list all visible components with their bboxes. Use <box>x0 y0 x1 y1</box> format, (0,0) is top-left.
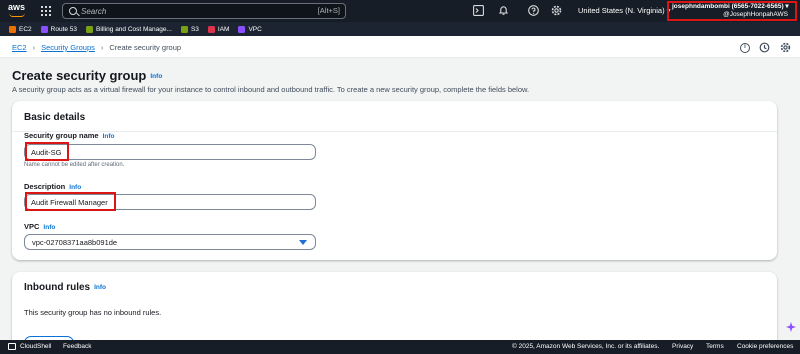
aws-logo[interactable]: aws <box>8 3 30 19</box>
vpc-select[interactable]: vpc-02708371aa8b091de <box>24 234 316 250</box>
basic-details-title: Basic details <box>24 112 86 123</box>
inbound-rules-panel: Inbound rules Info This security group ha… <box>12 272 777 350</box>
breadcrumb-current: Create security group <box>109 43 182 52</box>
account-name: josephndambombi (6565-7022-6565) ▾ <box>672 3 789 10</box>
favorite-s3[interactable]: S3 <box>180 25 199 33</box>
history-icon[interactable] <box>758 42 770 54</box>
footer: CloudShell Feedback © 2025, Amazon Web S… <box>0 340 800 354</box>
iam-icon <box>207 25 215 33</box>
terminal-icon[interactable] <box>472 5 484 17</box>
vpc-info-link[interactable]: Info <box>43 224 55 231</box>
description-info-link[interactable]: Info <box>69 184 81 191</box>
vpc-icon <box>238 25 246 33</box>
vpc-label: VPC Info <box>24 222 55 231</box>
page-description: A security group acts as a virtual firew… <box>12 85 530 94</box>
copyright-text: © 2025, Amazon Web Services, Inc. or its… <box>512 343 660 350</box>
breadcrumb: EC2 › Security Groups › Create security … <box>12 43 181 52</box>
ai-assistant-icon[interactable] <box>786 322 796 332</box>
breadcrumb-ec2[interactable]: EC2 <box>12 43 27 52</box>
inbound-info-link[interactable]: Info <box>94 284 106 291</box>
name-info-link[interactable]: Info <box>103 133 115 140</box>
no-inbound-rules-text: This security group has no inbound rules… <box>24 308 162 317</box>
account-alias: @JosephHonpahAWS <box>723 11 788 18</box>
inbound-title-text: Inbound rules <box>24 282 91 293</box>
favorites-bar: EC2 Route 53 Billing and Cost Manage... … <box>0 22 800 36</box>
description-highlight-box <box>25 192 116 211</box>
s3-icon <box>180 25 188 33</box>
terms-link[interactable]: Terms <box>706 343 724 350</box>
help-icon[interactable] <box>527 5 539 17</box>
cloudshell-icon[interactable] <box>8 343 16 350</box>
search-input[interactable] <box>81 5 311 17</box>
aws-logo-text: aws <box>8 2 26 12</box>
cookie-preferences-link[interactable]: Cookie preferences <box>737 343 793 350</box>
gear-icon[interactable] <box>550 5 562 17</box>
breadcrumb-separator: › <box>100 43 104 52</box>
favorite-iam[interactable]: IAM <box>207 25 230 33</box>
label-text: Security group name <box>24 131 99 140</box>
ec2-icon <box>9 25 16 33</box>
basic-details-panel: Basic details Security group name Info Na… <box>12 101 777 260</box>
page-title-text: Create security group <box>12 68 147 83</box>
favorite-ec2[interactable]: EC2 <box>9 25 32 33</box>
favorite-label: Route 53 <box>50 25 78 33</box>
page-info-link[interactable]: Info <box>150 73 162 80</box>
favorite-label: VPC <box>248 25 262 33</box>
route53-icon <box>40 25 48 33</box>
breadcrumb-bar: EC2 › Security Groups › Create security … <box>0 36 800 58</box>
global-search[interactable]: [Alt+S] <box>62 3 346 19</box>
favorite-route53[interactable]: Route 53 <box>40 25 78 33</box>
name-highlight-box <box>25 142 69 161</box>
privacy-link[interactable]: Privacy <box>672 343 693 350</box>
breadcrumb-security-groups[interactable]: Security Groups <box>41 43 95 52</box>
region-selector[interactable]: United States (N. Virginia) ▾ <box>578 6 670 15</box>
favorite-label: Billing and Cost Manage... <box>96 25 172 33</box>
page-title: Create security group Info <box>12 68 162 83</box>
name-hint: Name cannot be edited after creation. <box>24 162 125 168</box>
search-shortcut: [Alt+S] <box>317 6 340 15</box>
favorite-label: EC2 <box>19 25 32 33</box>
bell-icon[interactable] <box>497 5 509 17</box>
description-label: Description Info <box>24 182 81 191</box>
top-navigation: aws [Alt+S] United States (N. Virginia) … <box>0 0 800 22</box>
security-group-name-label: Security group name Info <box>24 131 115 140</box>
info-panel-icon[interactable]: i <box>740 43 750 53</box>
apps-grid-icon[interactable] <box>40 5 52 17</box>
vpc-selected-value: vpc-02708371aa8b091de <box>32 238 118 247</box>
caret-down-icon <box>299 240 307 245</box>
favorite-billing[interactable]: Billing and Cost Manage... <box>86 25 172 33</box>
favorite-vpc[interactable]: VPC <box>238 25 262 33</box>
label-text: Description <box>24 182 66 191</box>
favorite-label: IAM <box>217 25 230 33</box>
divider <box>12 131 777 132</box>
settings-icon[interactable] <box>779 42 791 54</box>
inbound-rules-title: Inbound rules Info <box>24 282 106 293</box>
cloudshell-link[interactable]: CloudShell <box>20 343 51 350</box>
aws-smile-icon <box>9 13 25 17</box>
account-menu[interactable]: josephndambombi (6565-7022-6565) ▾ @Jose… <box>667 1 797 21</box>
billing-icon <box>86 25 94 33</box>
favorite-label: S3 <box>190 25 199 33</box>
feedback-link[interactable]: Feedback <box>63 343 92 350</box>
search-icon <box>69 7 77 15</box>
label-text: VPC <box>24 222 40 231</box>
breadcrumb-separator: › <box>32 43 36 52</box>
